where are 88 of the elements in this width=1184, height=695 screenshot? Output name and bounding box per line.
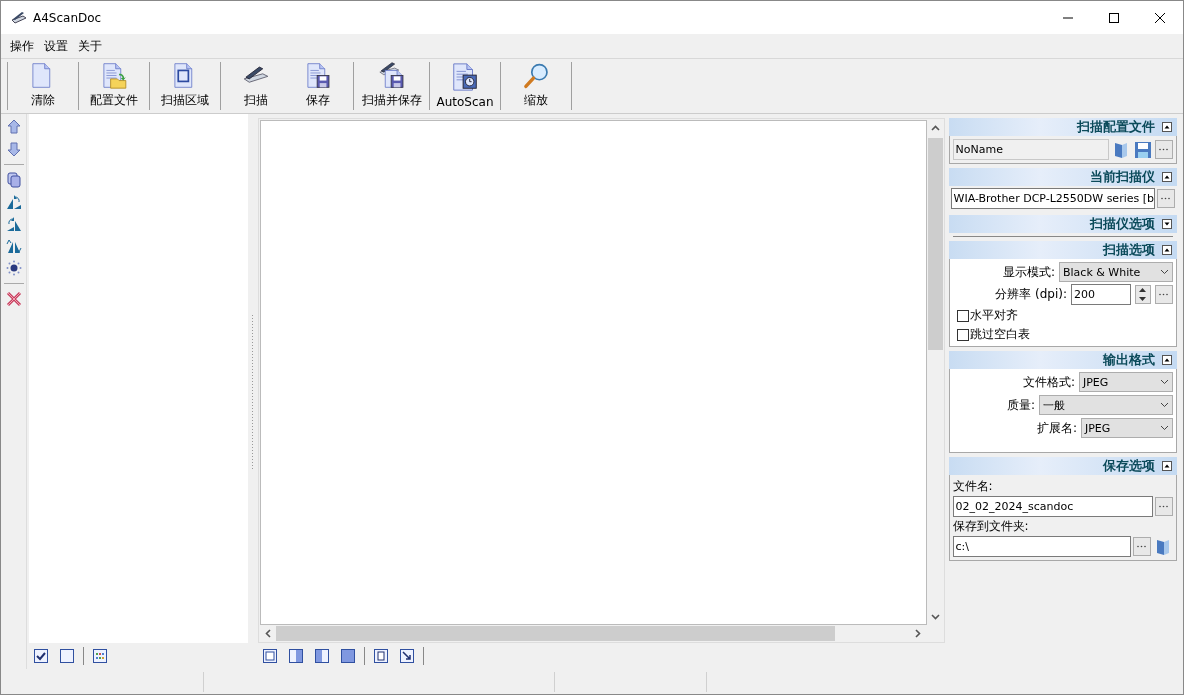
collapse-icon: [1161, 121, 1173, 133]
window-title: A4ScanDoc: [33, 10, 103, 25]
down-arrow-icon: [5, 141, 22, 157]
field-label: 文件格式:: [1022, 373, 1075, 391]
grid-view-icon: [92, 648, 109, 664]
down-triangle-icon: [1139, 296, 1147, 301]
ellipsis-icon: [1159, 148, 1169, 151]
right-half-icon: [288, 648, 305, 664]
fit-size-icon: [399, 648, 416, 664]
toolbar-button[interactable]: AutoScan: [434, 62, 496, 110]
brightness-icon: [5, 260, 22, 276]
expand-button[interactable]: [1161, 218, 1173, 230]
format-dropdown[interactable]: JPEG: [1079, 372, 1173, 392]
left-half-icon: [314, 648, 331, 664]
section-title: 当前扫描仪: [1090, 168, 1155, 186]
checkbox[interactable]: [956, 309, 969, 322]
collapse-button[interactable]: [1161, 354, 1173, 366]
scrollbar-thumb[interactable]: [927, 138, 943, 350]
delete-icon: [5, 291, 22, 307]
up-triangle-icon: [1139, 288, 1147, 293]
toolbar-button[interactable]: 配置文件: [83, 62, 145, 110]
book-icon: [1113, 140, 1129, 159]
checkbox-label: 水平对齐: [969, 307, 1018, 324]
ellipsis-icon: [1159, 293, 1169, 296]
collapse-button[interactable]: [1161, 460, 1173, 472]
dpi-field[interactable]: 200: [1071, 284, 1131, 305]
chevron-up-icon: [930, 124, 940, 131]
collapse-icon: [1161, 354, 1173, 366]
field-label: 分辨率 (dpi):: [995, 286, 1067, 303]
collapse-icon: [1161, 244, 1173, 256]
save-button[interactable]: [1133, 139, 1153, 160]
ellipsis-icon: [1159, 505, 1169, 508]
full-page-icon: [340, 648, 357, 664]
field-label: 扩展名:: [1036, 419, 1077, 437]
chevron-right-icon: [915, 629, 922, 638]
scanner-field[interactable]: WIA-Brother DCP-L2550DW series [b: [950, 188, 1155, 209]
mode-dropdown[interactable]: Black & White: [1059, 262, 1173, 282]
close-icon: [1154, 11, 1166, 24]
collapse-button[interactable]: [1161, 121, 1173, 133]
fit-width-icon: [373, 648, 390, 664]
toolbar-button[interactable]: 扫描并保存: [358, 62, 425, 110]
collapse-icon: [1161, 171, 1173, 183]
section-title: 输出格式: [1103, 351, 1155, 369]
field-label: 保存到文件夹:: [952, 518, 1030, 535]
checkbox[interactable]: [956, 328, 969, 341]
format-dropdown[interactable]: 一般: [1039, 395, 1173, 415]
rotate-left-icon: [5, 194, 22, 210]
expand-icon: [1161, 218, 1173, 230]
maximize-icon: [1108, 11, 1120, 24]
section-title: 扫描仪选项: [1090, 215, 1155, 233]
format-dropdown[interactable]: JPEG: [1081, 418, 1173, 438]
deselect-icon: [59, 648, 76, 664]
single-page-icon: [262, 648, 279, 664]
profile-field[interactable]: NoName: [952, 139, 1109, 160]
field-label: 显示模式:: [1002, 263, 1055, 281]
menu-item[interactable]: 设置: [39, 35, 73, 57]
ellipsis-icon: [1161, 197, 1171, 200]
chevron-down-icon: [930, 613, 940, 620]
section-title: 扫描配置文件: [1077, 118, 1155, 136]
chevron-left-icon: [264, 629, 271, 638]
section-title: 扫描选项: [1103, 241, 1155, 259]
toolbar-button[interactable]: 清除: [12, 62, 74, 110]
collapse-icon: [1161, 460, 1173, 472]
toolbar-button[interactable]: 保存: [287, 62, 349, 110]
field-label: 文件名:: [952, 478, 994, 495]
checkbox-label: 跳过空白表: [969, 326, 1030, 343]
menu-item[interactable]: 操作: [5, 35, 39, 57]
filename-field[interactable]: 02_02_2024_scandoc: [952, 496, 1153, 517]
select-all-icon: [33, 648, 50, 664]
toolbar-button[interactable]: 扫描: [225, 62, 287, 110]
menu-item[interactable]: 关于: [73, 35, 107, 57]
up-arrow-icon: [5, 119, 22, 135]
collapse-button[interactable]: [1161, 171, 1173, 183]
folder-field[interactable]: c:\: [952, 536, 1131, 557]
section-title: 保存选项: [1103, 457, 1155, 475]
flip-icon: [5, 238, 22, 254]
toolbar-button[interactable]: 缩放: [505, 62, 567, 110]
scanner-icon: [11, 9, 27, 26]
collapse-button[interactable]: [1161, 244, 1173, 256]
book-icon: [1155, 537, 1171, 556]
splitter-grip[interactable]: [250, 314, 254, 469]
spin-button[interactable]: [1135, 285, 1151, 304]
scrollbar-thumb[interactable]: [276, 626, 836, 641]
field-label: 质量:: [1006, 396, 1035, 414]
pages-icon: [5, 172, 22, 188]
rotate-right-icon: [5, 216, 22, 232]
toolbar-button[interactable]: 扫描区域: [154, 62, 216, 110]
ellipsis-icon: [1137, 545, 1147, 548]
